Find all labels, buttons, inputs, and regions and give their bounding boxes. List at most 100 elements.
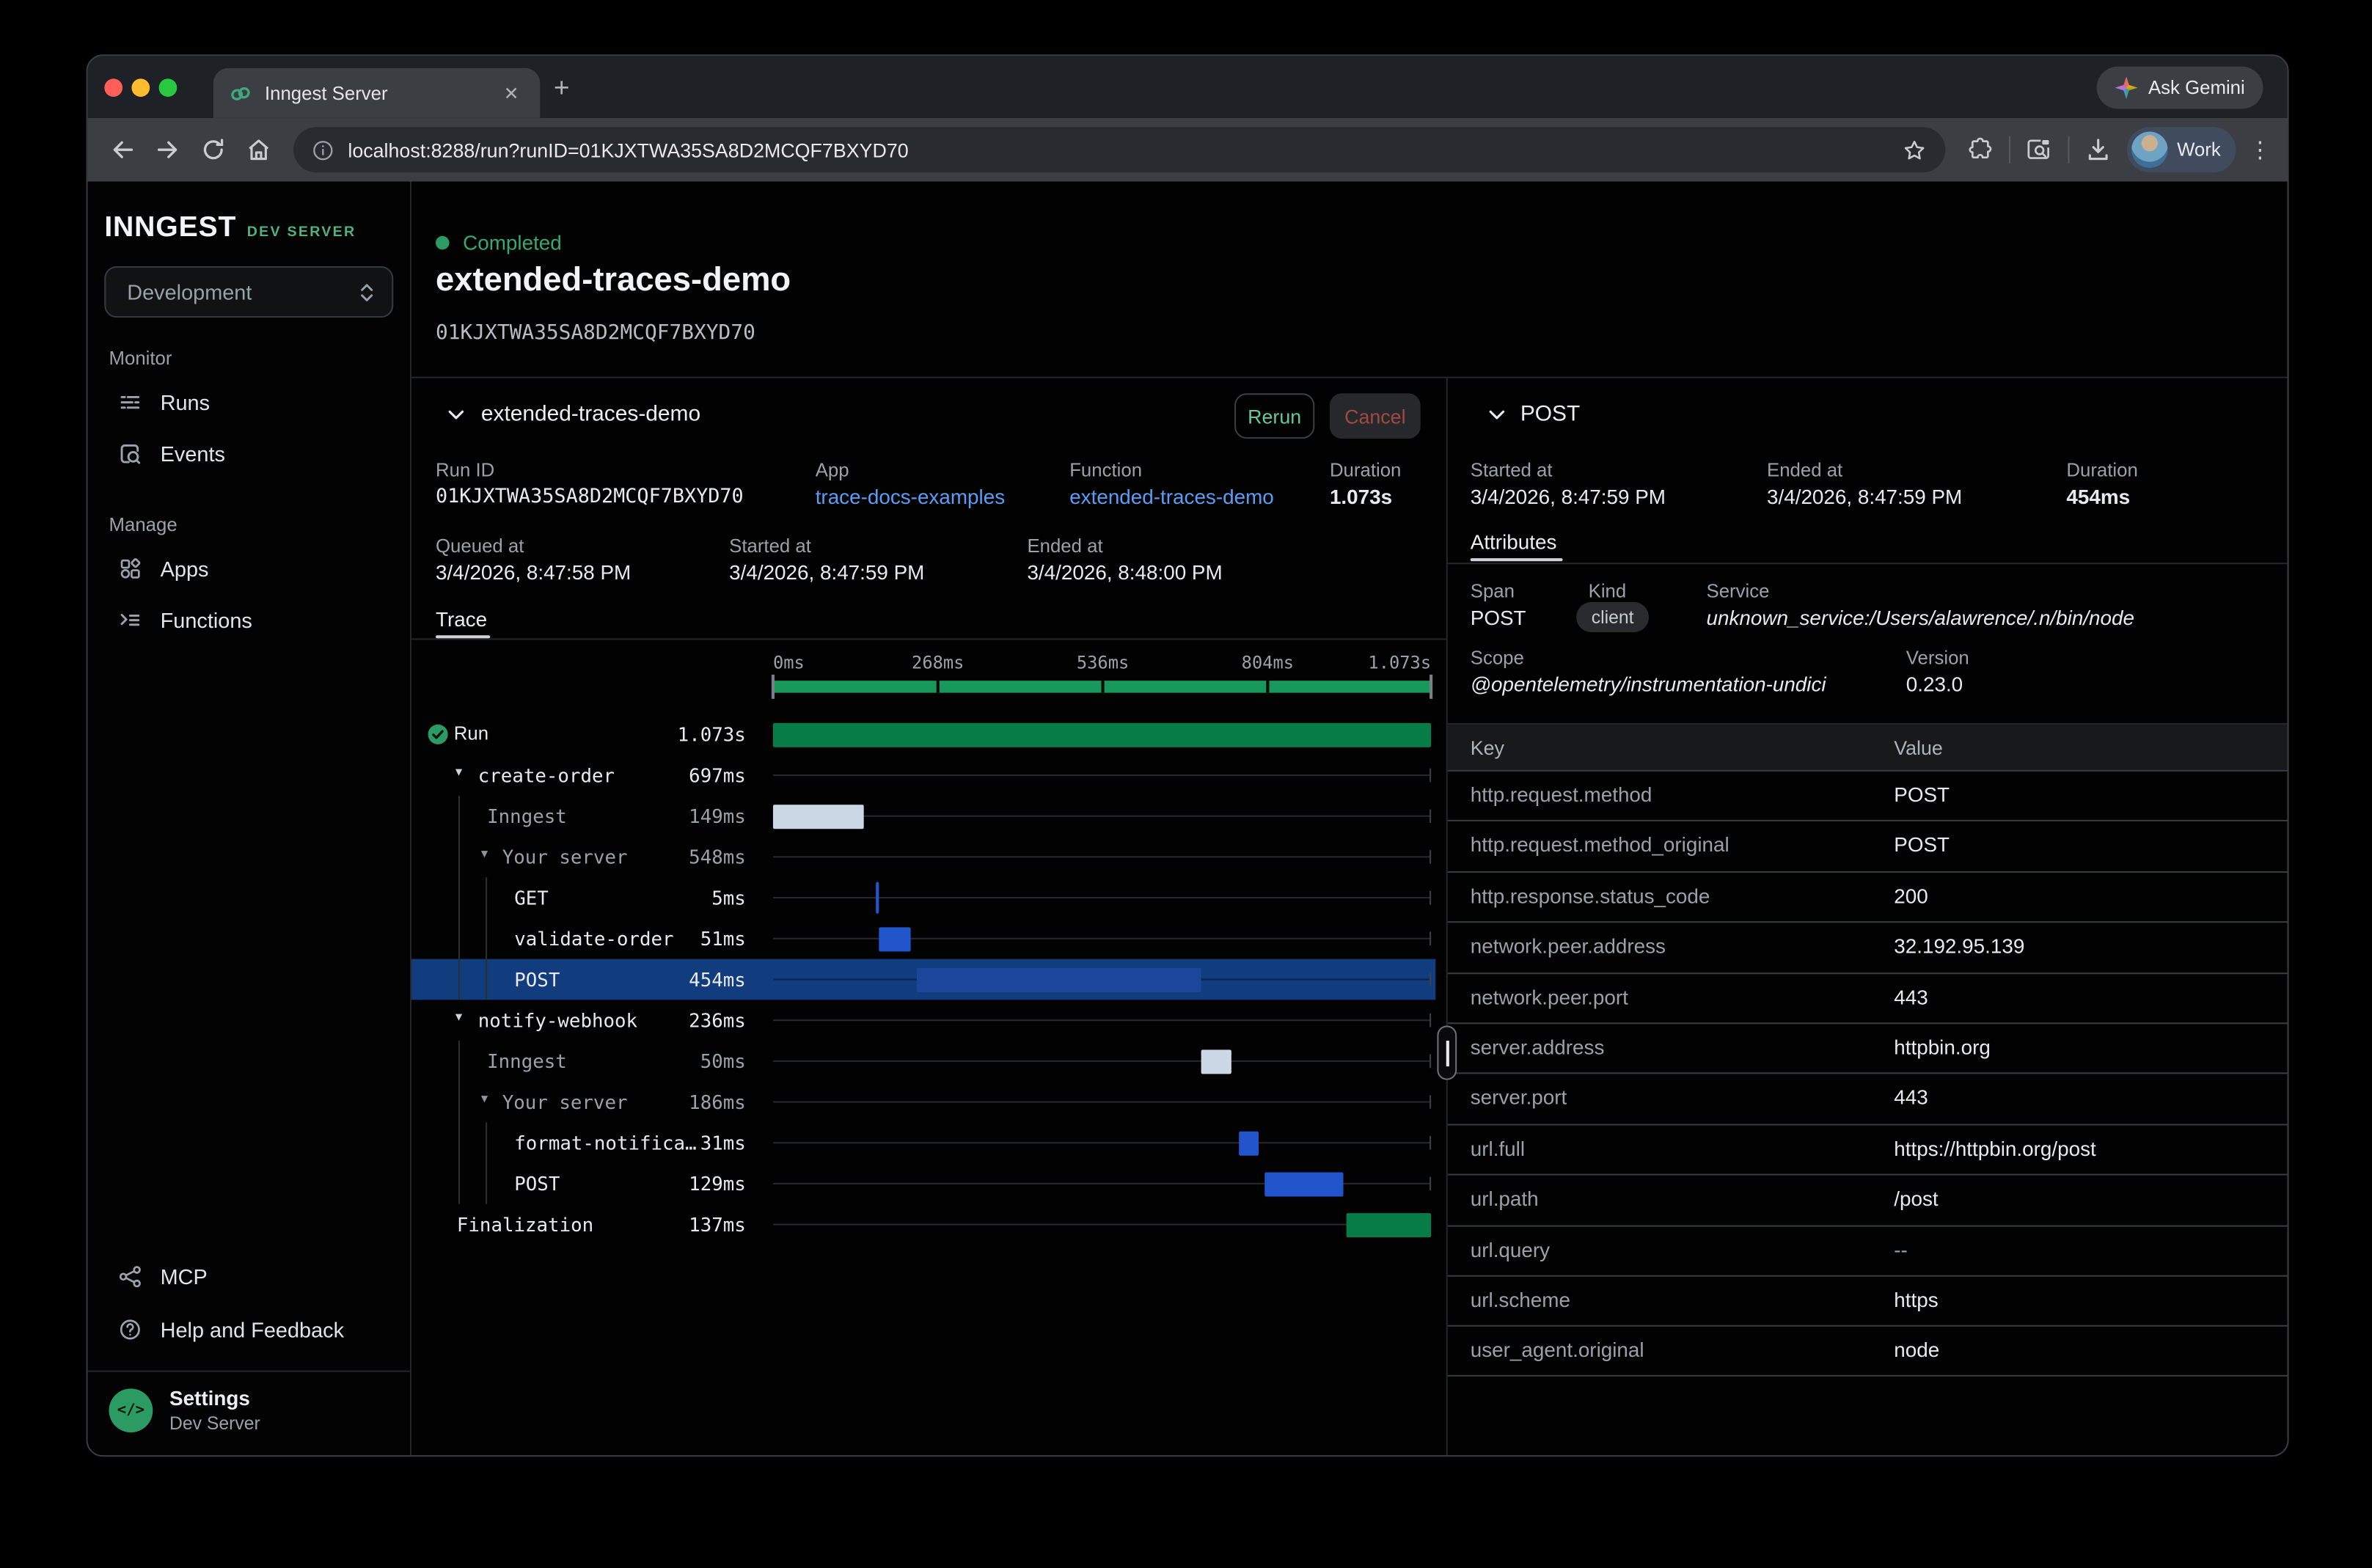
maximize-window-button[interactable] (159, 78, 177, 97)
tab-attributes-underline (1471, 558, 1563, 561)
sidebar-item-events[interactable]: Events (100, 433, 399, 475)
meta-label: Run ID (436, 460, 494, 481)
dev-server-badge: DEV SERVER (247, 224, 356, 241)
span-bar[interactable] (879, 926, 910, 950)
url-text[interactable]: localhost:8288/run?runID=01KJXTWA35SA8D2… (348, 139, 1891, 161)
forward-icon[interactable] (145, 127, 191, 172)
attribute-row-url-query[interactable]: url.query-- (1448, 1225, 2288, 1275)
sidebar-item-mcp[interactable]: MCP (100, 1256, 399, 1298)
sidebar-item-label: Help and Feedback (161, 1317, 344, 1341)
attribute-row-url-path[interactable]: url.path/post (1448, 1174, 2288, 1225)
attribute-row-network-peer-port[interactable]: network.peer.port443 (1448, 972, 2288, 1022)
tab-close-icon[interactable]: ✕ (497, 79, 524, 106)
attribute-key: url.full (1471, 1137, 1525, 1159)
trace-row-create-order[interactable]: ▾create-order697ms (411, 755, 1446, 796)
functions-icon (118, 608, 142, 632)
trace-row-notify-webhook[interactable]: ▾notify-webhook236ms (411, 1000, 1446, 1041)
trace-row-validate-order[interactable]: validate-order51ms (411, 918, 1446, 959)
sidebar-divider (88, 1371, 410, 1372)
back-icon[interactable] (100, 127, 145, 172)
minimap-right-bracket (1430, 675, 1432, 699)
span-bar[interactable] (773, 804, 865, 828)
site-info-icon[interactable] (312, 139, 334, 161)
tab-attributes[interactable]: Attributes (1471, 531, 1557, 554)
attribute-row-server-address[interactable]: server.addresshttpbin.org (1448, 1022, 2288, 1073)
row-caret-icon[interactable]: ▾ (481, 846, 488, 862)
span-bar[interactable] (773, 722, 1431, 747)
ask-gemini-button[interactable]: Ask Gemini (2097, 67, 2263, 109)
trace-row-your-server[interactable]: ▾Your server186ms (411, 1082, 1446, 1123)
meta-value-function[interactable]: extended-traces-demo (1069, 486, 1274, 508)
download-icon[interactable] (2076, 127, 2121, 172)
collapse-chevron-icon[interactable] (444, 404, 467, 427)
collapse-chevron-icon[interactable] (1485, 404, 1508, 427)
attribute-row-url-scheme[interactable]: url.schemehttps (1448, 1275, 2288, 1325)
attribute-row-network-peer-address[interactable]: network.peer.address32.192.95.139 (1448, 921, 2288, 972)
new-tab-icon[interactable]: + (554, 74, 570, 101)
cancel-button[interactable]: Cancel (1330, 393, 1421, 439)
trace-row-run[interactable]: Run1.073s (411, 714, 1446, 755)
trace-row-post[interactable]: POST129ms (411, 1163, 1446, 1204)
extensions-icon[interactable] (1958, 127, 2003, 172)
settings-title: Settings (169, 1387, 260, 1410)
url-bar[interactable]: localhost:8288/run?runID=01KJXTWA35SA8D2… (293, 127, 1945, 172)
attribute-value: 200 (1894, 884, 1928, 907)
browser-tab[interactable]: Inngest Server ✕ (213, 68, 541, 118)
span-bar[interactable] (876, 882, 879, 913)
trace-row-get[interactable]: GET5ms (411, 877, 1446, 918)
row-caret-icon[interactable]: ▾ (455, 1009, 462, 1026)
span-duration: 51ms (638, 927, 745, 950)
reload-icon[interactable] (191, 127, 236, 172)
span-bar[interactable] (1240, 1131, 1259, 1155)
sidebar-item-help-and-feedback[interactable]: Help and Feedback (100, 1308, 399, 1351)
tab-trace[interactable]: Trace (436, 608, 487, 631)
sidebar-item-functions[interactable]: Functions (100, 599, 399, 642)
span-bar[interactable] (917, 967, 1201, 992)
attribute-row-server-port[interactable]: server.port443 (1448, 1073, 2288, 1124)
trace-row-inngest[interactable]: Inngest50ms (411, 1041, 1446, 1082)
sidebar-item-apps[interactable]: Apps (100, 548, 399, 590)
close-window-button[interactable] (104, 78, 122, 97)
scope-value: @opentelemetry/instrumentation-undici (1471, 673, 1826, 696)
row-caret-icon[interactable]: ▾ (481, 1091, 488, 1107)
attribute-value: httpbin.org (1894, 1036, 1991, 1059)
trace-row-finalization[interactable]: Finalization137ms (411, 1204, 1446, 1245)
kind-label: Kind (1589, 581, 1627, 602)
profile-chip[interactable]: Work (2127, 127, 2236, 172)
timeline-end-tick (1430, 972, 1431, 986)
attribute-row-http-response-status-code[interactable]: http.response.status_code200 (1448, 871, 2288, 922)
rerun-button[interactable]: Rerun (1234, 393, 1314, 439)
sidebar-item-settings[interactable]: </> Settings Dev Server (109, 1387, 260, 1434)
environment-select[interactable]: Development (104, 266, 393, 318)
pane-divider-scrollbar[interactable] (1437, 1025, 1457, 1080)
trace-row-inngest[interactable]: Inngest149ms (411, 796, 1446, 837)
browser-menu-icon[interactable]: ⋮ (2242, 136, 2279, 164)
bookmark-star-icon[interactable] (1891, 127, 1936, 172)
span-duration: 129ms (638, 1172, 745, 1195)
minimize-window-button[interactable] (131, 78, 150, 97)
home-icon[interactable] (236, 127, 282, 172)
tree-guide (458, 796, 460, 837)
sidebar-item-runs[interactable]: Runs (100, 381, 399, 424)
meta-value-run-id: 01KJXTWA35SA8D2MCQF7BXYD70 (436, 486, 744, 508)
attribute-row-url-full[interactable]: url.fullhttps://httpbin.org/post (1448, 1124, 2288, 1174)
attribute-row-http-request-method-original[interactable]: http.request.method_originalPOST (1448, 821, 2288, 871)
minimap-divider (1102, 681, 1105, 693)
timeline-minimap[interactable] (773, 681, 1431, 693)
attribute-row-user-agent-original[interactable]: user_agent.originalnode (1448, 1325, 2288, 1376)
trace-row-your-server[interactable]: ▾Your server548ms (411, 837, 1446, 878)
sidebar-section-monitor: Monitor (109, 348, 172, 369)
reading-mode-icon[interactable] (2016, 127, 2062, 172)
row-caret-icon[interactable]: ▾ (455, 764, 462, 781)
trace-row-format-notifica-[interactable]: format-notifica…31ms (411, 1122, 1446, 1163)
attribute-value: -- (1894, 1238, 1908, 1261)
attribute-row-http-request-method[interactable]: http.request.methodPOST (1448, 770, 2288, 821)
sidebar-item-label: MCP (161, 1264, 208, 1289)
span-bar[interactable] (1347, 1212, 1431, 1237)
span-bar[interactable] (1201, 1049, 1231, 1073)
span-name: Inngest (487, 1049, 567, 1072)
meta-value-app[interactable]: trace-docs-examples (816, 486, 1005, 508)
sidebar-item-label: Runs (161, 390, 210, 414)
trace-row-post[interactable]: POST454ms (411, 959, 1435, 1000)
span-bar[interactable] (1264, 1171, 1343, 1195)
